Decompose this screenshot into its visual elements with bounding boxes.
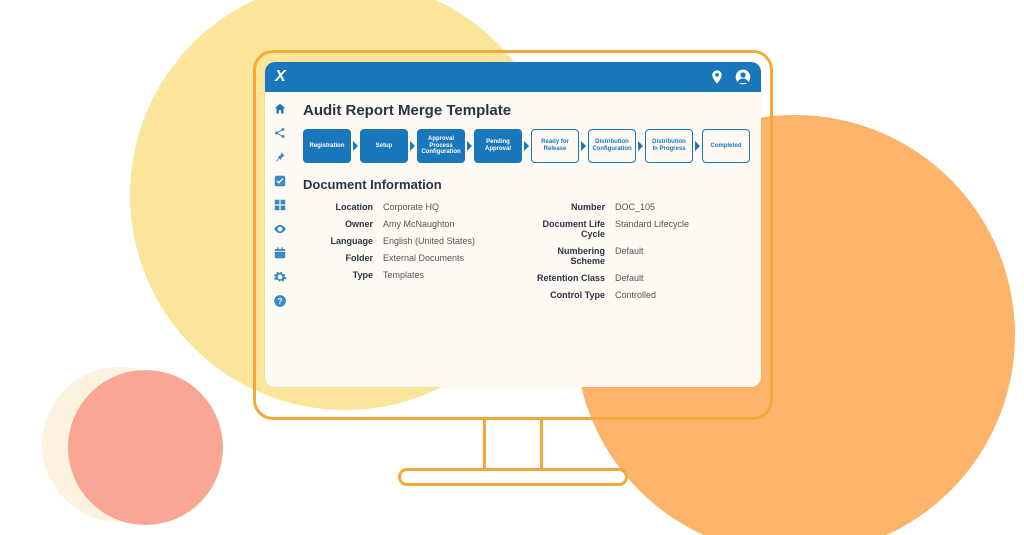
workflow-step[interactable]: Setup <box>360 129 408 163</box>
info-label: Owner <box>303 219 383 229</box>
chevron-right-icon <box>467 141 472 151</box>
info-row: OwnerAmy McNaughton <box>303 219 515 229</box>
monitor-stand-neck <box>483 420 543 470</box>
info-value: Standard Lifecycle <box>615 219 747 239</box>
info-row: Numbering SchemeDefault <box>535 246 747 266</box>
workflow-step[interactable]: Distribution Configuration <box>588 129 636 163</box>
info-row: FolderExternal Documents <box>303 253 515 263</box>
bg-circle-pink <box>68 370 223 525</box>
info-row: LocationCorporate HQ <box>303 202 515 212</box>
svg-text:?: ? <box>278 297 283 306</box>
help-icon[interactable]: ? <box>273 294 287 308</box>
sidebar: ? <box>265 92 295 387</box>
monitor-frame: X ? <box>253 50 773 420</box>
info-value: External Documents <box>383 253 515 263</box>
app-logo: X <box>275 68 285 86</box>
info-label: Document Life Cycle <box>535 219 615 239</box>
workflow-steps: Registration Setup Approval Process Config… <box>303 129 747 163</box>
info-row: NumberDOC_105 <box>535 202 747 212</box>
workflow-step[interactable]: Approval Process Configuration <box>417 129 465 163</box>
home-icon[interactable] <box>273 102 287 116</box>
info-column-right: NumberDOC_105Document Life CycleStandard… <box>535 202 747 307</box>
info-row: Control TypeControlled <box>535 290 747 300</box>
info-label: Number <box>535 202 615 212</box>
info-value: Default <box>615 246 747 266</box>
chevron-right-icon <box>410 141 415 151</box>
workflow-step[interactable]: Distribution In Progress <box>645 129 693 163</box>
info-label: Numbering Scheme <box>535 246 615 266</box>
chevron-right-icon <box>695 141 700 151</box>
app-window: X ? <box>265 62 761 387</box>
location-pin-icon[interactable] <box>709 69 725 85</box>
workflow-step[interactable]: Ready for Release <box>531 129 579 163</box>
info-row: LanguageEnglish (United States) <box>303 236 515 246</box>
info-value: Templates <box>383 270 515 280</box>
title-bar: X <box>265 62 761 92</box>
check-icon[interactable] <box>273 174 287 188</box>
document-info-grid: LocationCorporate HQOwnerAmy McNaughtonL… <box>303 202 747 307</box>
info-value: Corporate HQ <box>383 202 515 212</box>
monitor-stand-base <box>398 468 628 486</box>
info-column-left: LocationCorporate HQOwnerAmy McNaughtonL… <box>303 202 515 307</box>
workflow-step[interactable]: Pending Approval <box>474 129 522 163</box>
workflow-step[interactable]: Completed <box>702 129 750 163</box>
calendar-icon[interactable] <box>273 246 287 260</box>
dashboard-icon[interactable] <box>273 198 287 212</box>
info-label: Retention Class <box>535 273 615 283</box>
info-value: DOC_105 <box>615 202 747 212</box>
settings-icon[interactable] <box>273 270 287 284</box>
info-row: Document Life CycleStandard Lifecycle <box>535 219 747 239</box>
info-row: Retention ClassDefault <box>535 273 747 283</box>
content-area: Audit Report Merge Template Registration… <box>295 92 761 387</box>
pin-icon[interactable] <box>273 150 287 164</box>
chevron-right-icon <box>638 141 643 151</box>
chevron-right-icon <box>524 141 529 151</box>
info-label: Language <box>303 236 383 246</box>
info-label: Folder <box>303 253 383 263</box>
share-icon[interactable] <box>273 126 287 140</box>
info-value: English (United States) <box>383 236 515 246</box>
info-label: Control Type <box>535 290 615 300</box>
info-value: Controlled <box>615 290 747 300</box>
workflow-step[interactable]: Registration <box>303 129 351 163</box>
app-body: ? Audit Report Merge Template Registrati… <box>265 92 761 387</box>
info-label: Location <box>303 202 383 212</box>
eye-icon[interactable] <box>273 222 287 236</box>
info-value: Default <box>615 273 747 283</box>
info-value: Amy McNaughton <box>383 219 515 229</box>
info-label: Type <box>303 270 383 280</box>
chevron-right-icon <box>353 141 358 151</box>
section-title-document-information: Document Information <box>303 177 747 192</box>
user-account-icon[interactable] <box>735 69 751 85</box>
chevron-right-icon <box>581 141 586 151</box>
page-title: Audit Report Merge Template <box>303 102 747 119</box>
info-row: TypeTemplates <box>303 270 515 280</box>
